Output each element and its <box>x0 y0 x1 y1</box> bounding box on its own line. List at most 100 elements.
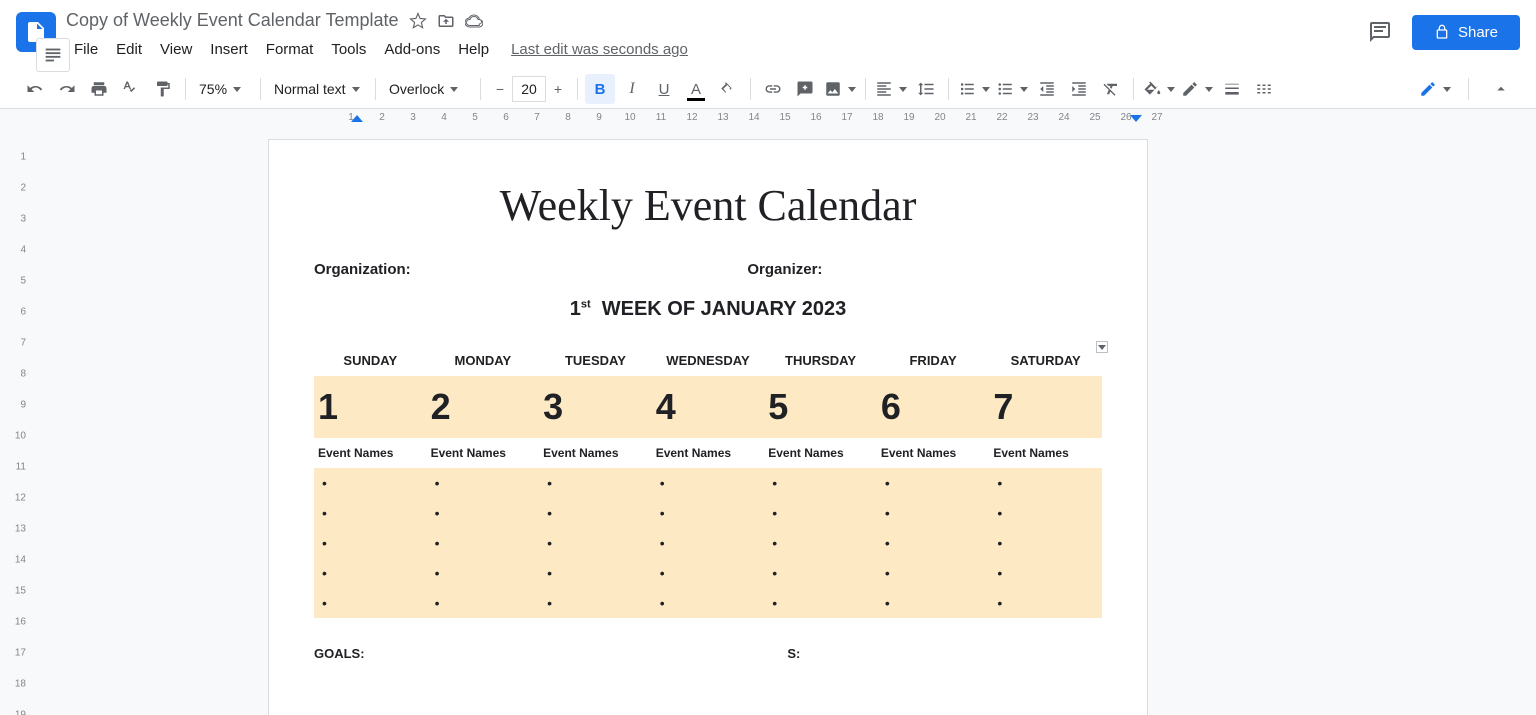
document-title[interactable]: Weekly Event Calendar <box>314 180 1102 231</box>
table-cell-ev-cell[interactable]: • <box>539 468 652 498</box>
table-cell[interactable]: FRIDAY <box>877 345 990 376</box>
table-cell-ev-cell[interactable]: • <box>989 558 1102 588</box>
redo-button[interactable] <box>52 74 82 104</box>
align-button[interactable] <box>873 76 909 102</box>
table-cell-ev-cell[interactable]: • <box>539 558 652 588</box>
table-cell-ev-cell[interactable]: • <box>652 558 765 588</box>
vertical-ruler[interactable]: 12345678910111213141516171819 <box>0 127 30 715</box>
table-cell-ev-cell[interactable]: • <box>764 468 877 498</box>
increase-indent-button[interactable] <box>1064 74 1094 104</box>
s-label[interactable]: S: <box>787 646 800 661</box>
table-cell-ev-cell[interactable]: • <box>427 468 540 498</box>
menu-edit[interactable]: Edit <box>108 37 150 62</box>
last-edit-link[interactable]: Last edit was seconds ago <box>499 37 700 62</box>
table-cell-ev-label[interactable]: Event Names <box>764 438 877 468</box>
table-cell-ev-cell[interactable]: • <box>652 498 765 528</box>
table-cell-ev-cell[interactable]: • <box>314 528 427 558</box>
menu-insert[interactable]: Insert <box>202 37 256 62</box>
fill-color-button[interactable] <box>1141 76 1177 102</box>
add-comment-button[interactable] <box>790 74 820 104</box>
spellcheck-button[interactable] <box>116 74 146 104</box>
paragraph-style-select[interactable]: Normal text <box>268 77 368 101</box>
document-canvas[interactable]: Weekly Event Calendar Organization: Orga… <box>30 127 1536 715</box>
table-cell[interactable]: WEDNESDAY <box>652 345 765 376</box>
bulleted-list-button[interactable] <box>994 76 1030 102</box>
table-cell-ev-cell[interactable]: • <box>427 588 540 618</box>
collapse-toolbar-button[interactable] <box>1486 74 1516 104</box>
doc-name[interactable]: Copy of Weekly Event Calendar Template <box>66 10 399 31</box>
table-cell-ev-label[interactable]: Event Names <box>314 438 427 468</box>
table-cell[interactable]: SUNDAY <box>314 345 427 376</box>
paint-format-button[interactable] <box>148 74 178 104</box>
table-cell[interactable]: MONDAY <box>427 345 540 376</box>
menu-tools[interactable]: Tools <box>323 37 374 62</box>
table-cell-ev-cell[interactable]: • <box>764 588 877 618</box>
bold-button[interactable]: B <box>585 74 615 104</box>
table-options-icon[interactable] <box>1096 341 1108 353</box>
table-cell-ev-cell[interactable]: • <box>877 528 990 558</box>
table-cell-ev-cell[interactable]: • <box>877 588 990 618</box>
table-cell-ev-cell[interactable]: • <box>314 498 427 528</box>
table-cell-ev-label[interactable]: Event Names <box>877 438 990 468</box>
menu-file[interactable]: File <box>66 37 106 62</box>
table-cell-ev-cell[interactable]: • <box>989 528 1102 558</box>
line-spacing-button[interactable] <box>911 74 941 104</box>
table-cell-ev-label[interactable]: Event Names <box>539 438 652 468</box>
document-page[interactable]: Weekly Event Calendar Organization: Orga… <box>268 139 1148 715</box>
table-cell-ev-cell[interactable]: • <box>314 558 427 588</box>
table-cell-daynum[interactable]: 5 <box>764 376 877 438</box>
zoom-select[interactable]: 75% <box>193 77 253 101</box>
table-cell-ev-cell[interactable]: • <box>652 528 765 558</box>
undo-button[interactable] <box>20 74 50 104</box>
table-cell[interactable]: TUESDAY <box>539 345 652 376</box>
table-cell-ev-cell[interactable]: • <box>764 558 877 588</box>
horizontal-ruler[interactable]: 1234567891011121314151617181920212223242… <box>0 109 1536 127</box>
italic-button[interactable]: I <box>617 74 647 104</box>
star-icon[interactable] <box>409 12 427 30</box>
menu-addons[interactable]: Add-ons <box>376 37 448 62</box>
increase-font-size-button[interactable]: + <box>546 76 570 102</box>
indent-right-marker[interactable] <box>1130 115 1142 122</box>
table-cell-ev-cell[interactable]: • <box>877 558 990 588</box>
table-cell-ev-label[interactable]: Event Names <box>427 438 540 468</box>
table-cell-ev-cell[interactable]: • <box>989 588 1102 618</box>
checklist-button[interactable] <box>956 76 992 102</box>
clear-formatting-button[interactable] <box>1096 74 1126 104</box>
table-cell-ev-cell[interactable]: • <box>652 468 765 498</box>
text-color-button[interactable]: A <box>681 74 711 104</box>
table-cell-daynum[interactable]: 2 <box>427 376 540 438</box>
table-cell-ev-cell[interactable]: • <box>314 588 427 618</box>
decrease-font-size-button[interactable]: − <box>488 76 512 102</box>
calendar-table[interactable]: SUNDAYMONDAYTUESDAYWEDNESDAYTHURSDAYFRID… <box>314 345 1102 618</box>
table-cell-daynum[interactable]: 7 <box>989 376 1102 438</box>
table-cell-ev-cell[interactable]: • <box>989 498 1102 528</box>
table-cell-ev-cell[interactable]: • <box>314 468 427 498</box>
menu-format[interactable]: Format <box>258 37 322 62</box>
editing-mode-button[interactable] <box>1409 75 1461 103</box>
table-cell-ev-cell[interactable]: • <box>652 588 765 618</box>
organizer-label[interactable]: Organizer: <box>747 261 1102 278</box>
table-cell-ev-cell[interactable]: • <box>427 558 540 588</box>
week-title[interactable]: 1st WEEK OF JANUARY 2023 <box>314 298 1102 321</box>
table-cell-daynum[interactable]: 6 <box>877 376 990 438</box>
font-select[interactable]: Overlock <box>383 77 473 101</box>
border-color-button[interactable] <box>1179 76 1215 102</box>
goals-label[interactable]: GOALS: <box>314 646 747 661</box>
table-cell-daynum[interactable]: 1 <box>314 376 427 438</box>
table-cell-ev-cell[interactable]: • <box>427 498 540 528</box>
menu-help[interactable]: Help <box>450 37 497 62</box>
open-comments-button[interactable] <box>1362 14 1398 50</box>
move-icon[interactable] <box>437 12 455 30</box>
table-cell-daynum[interactable]: 4 <box>652 376 765 438</box>
share-button[interactable]: Share <box>1412 15 1520 50</box>
table-cell-ev-cell[interactable]: • <box>989 468 1102 498</box>
table-cell-ev-label[interactable]: Event Names <box>652 438 765 468</box>
cloud-status-icon[interactable] <box>465 12 483 30</box>
underline-button[interactable]: U <box>649 74 679 104</box>
border-width-button[interactable] <box>1217 74 1247 104</box>
table-cell-ev-cell[interactable]: • <box>877 468 990 498</box>
organization-label[interactable]: Organization: <box>314 261 747 278</box>
highlight-color-button[interactable] <box>713 74 743 104</box>
print-button[interactable] <box>84 74 114 104</box>
table-cell-ev-cell[interactable]: • <box>427 528 540 558</box>
